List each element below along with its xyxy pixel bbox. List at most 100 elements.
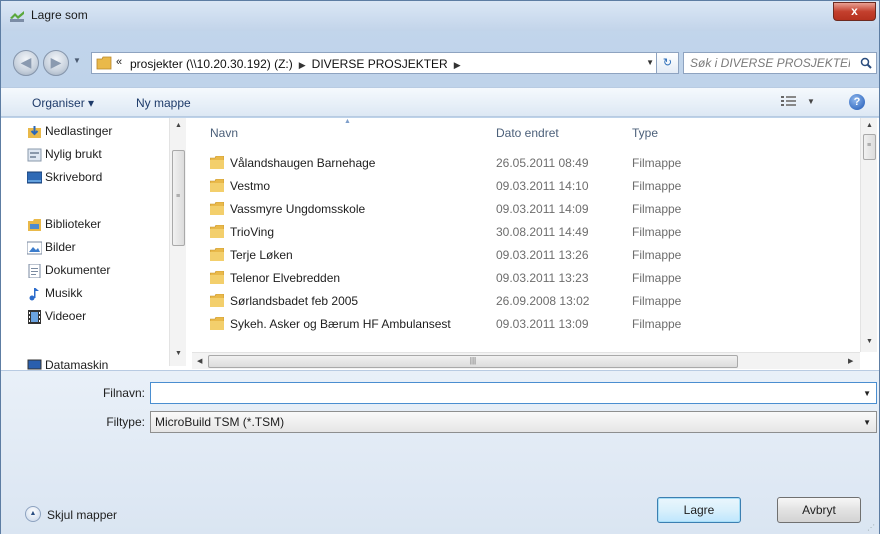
filetype-value: MicroBuild TSM (*.TSM) <box>155 415 285 429</box>
sidebar-item-documents[interactable]: Dokumenter <box>28 263 185 281</box>
scroll-down-icon[interactable]: ▼ <box>866 338 873 345</box>
desktop-icon <box>27 171 42 184</box>
app-icon <box>10 11 24 22</box>
resize-grip-icon[interactable]: ⋰ <box>867 523 875 532</box>
row-date: 09.03.2011 13:23 <box>496 271 589 285</box>
table-row[interactable]: Vassmyre Ungdomsskole 09.03.2011 14:09 Fil… <box>192 198 852 221</box>
computer-icon <box>27 359 42 370</box>
sidebar-item-music[interactable]: Musikk <box>29 286 185 304</box>
scrollbar-thumb[interactable]: ≡ <box>863 134 876 160</box>
sidebar-item-label: Nylig brukt <box>45 147 102 161</box>
filename-combobox[interactable]: ▼ <box>150 382 877 404</box>
sidebar-item-libraries[interactable]: Biblioteker <box>28 217 185 235</box>
search-icon[interactable] <box>860 57 872 69</box>
organize-button[interactable]: Organiser ▾ <box>32 96 94 110</box>
scroll-up-icon[interactable]: ▲ <box>866 122 873 129</box>
row-type: Filmappe <box>632 248 682 262</box>
row-date: 26.09.2008 13:02 <box>496 294 590 308</box>
sidebar-item-computer[interactable]: Datamaskin <box>27 358 185 370</box>
row-type: Filmappe <box>632 225 682 239</box>
row-name: Vassmyre Ungdomsskole <box>230 202 366 216</box>
scrollbar-thumb[interactable]: ||| <box>208 355 738 368</box>
filetype-dropdown-icon[interactable]: ▼ <box>863 418 871 427</box>
change-view-button[interactable]: ▼ <box>781 95 815 111</box>
table-row[interactable]: Vålandshaugen Barnehage 26.05.2011 08:49 F… <box>192 152 852 175</box>
documents-icon <box>28 264 41 278</box>
folder-icon <box>210 294 224 307</box>
filename-input[interactable] <box>155 386 845 400</box>
filetype-select[interactable]: MicroBuild TSM (*.TSM) ▼ <box>150 411 877 433</box>
sidebar-item-pictures[interactable]: Bilder <box>27 240 185 258</box>
address-dropdown-icon[interactable]: ▼ <box>646 58 654 67</box>
close-button[interactable]: x <box>833 2 876 21</box>
recent-pages-dropdown[interactable]: ▼ <box>73 56 85 70</box>
scroll-right-icon[interactable]: ▶ <box>848 357 853 365</box>
filename-label: Filnavn: <box>102 386 145 400</box>
downloads-icon <box>28 126 41 138</box>
scroll-up-icon[interactable]: ▲ <box>175 122 182 129</box>
file-list-horizontal-scrollbar[interactable]: ◀ ||| ▶ <box>192 352 860 369</box>
filename-dropdown-icon[interactable]: ▼ <box>863 389 871 398</box>
table-row[interactable]: TrioVing 30.08.2011 14:49 Filmappe <box>192 221 852 244</box>
search-box[interactable] <box>683 52 877 74</box>
row-name: Vålandshaugen Barnehage <box>230 156 376 170</box>
navigation-pane-scrollbar[interactable]: ▲ ≡ ▼ <box>169 118 186 366</box>
refresh-button[interactable]: ↻ <box>657 52 679 74</box>
breadcrumb-separator-icon[interactable]: ▶ <box>299 60 306 70</box>
sidebar-item-downloads[interactable]: Nedlastinger <box>28 124 185 142</box>
row-date: 09.03.2011 14:09 <box>496 202 589 216</box>
scrollbar-thumb[interactable]: ≡ <box>172 150 185 246</box>
scroll-down-icon[interactable]: ▼ <box>175 350 182 357</box>
column-header-date[interactable]: Dato endret <box>496 126 559 140</box>
new-folder-button[interactable]: Ny mappe <box>136 96 191 110</box>
sidebar-item-label: Dokumenter <box>45 263 111 277</box>
browser-area: Nedlastinger Nylig brukt Skrivebord Bibl… <box>1 118 879 370</box>
title-bar[interactable]: Lagre som x <box>1 1 879 31</box>
row-date: 30.08.2011 14:49 <box>496 225 589 239</box>
folder-icon <box>210 225 224 238</box>
file-list-vertical-scrollbar[interactable]: ▲ ≡ ▼ <box>860 118 877 352</box>
save-button[interactable]: Lagre <box>657 497 741 523</box>
row-date: 09.03.2011 13:26 <box>496 248 589 262</box>
sidebar-item-label: Videoer <box>45 309 87 323</box>
grip-icon: ||| <box>469 356 477 365</box>
row-date: 09.03.2011 14:10 <box>496 179 589 193</box>
sidebar-item-label: Bilder <box>45 240 76 254</box>
row-type: Filmappe <box>632 271 682 285</box>
grip-icon: ≡ <box>867 142 872 149</box>
sidebar-item-desktop[interactable]: Skrivebord <box>27 170 185 188</box>
breadcrumb-separator-icon[interactable]: ▶ <box>454 60 461 70</box>
table-row[interactable]: Vestmo 09.03.2011 14:10 Filmappe <box>192 175 852 198</box>
sidebar-item-label: Datamaskin <box>45 358 109 370</box>
breadcrumb-item-folder[interactable]: DIVERSE PROSJEKTER <box>312 57 448 71</box>
folder-icon <box>96 56 112 70</box>
sidebar-item-recent[interactable]: Nylig brukt <box>27 147 185 165</box>
row-type: Filmappe <box>632 179 682 193</box>
address-bar[interactable]: « prosjekter (\\10.20.30.192) (Z:) ▶ DIVER… <box>91 52 657 74</box>
sidebar-item-videos[interactable]: Videoer <box>28 309 185 327</box>
navigation-pane: Nedlastinger Nylig brukt Skrivebord Bibl… <box>1 118 191 370</box>
row-name: Telenor Elvebredden <box>230 271 341 285</box>
scroll-left-icon[interactable]: ◀ <box>197 357 202 365</box>
back-button[interactable]: ◀ <box>13 50 39 76</box>
sidebar-item-label: Nedlastinger <box>45 124 113 138</box>
file-list: ▲ Navn Dato endret Type Vålandshaugen Ba… <box>192 118 878 370</box>
view-dropdown-icon[interactable]: ▼ <box>807 97 815 106</box>
breadcrumb-item-drive[interactable]: prosjekter (\\10.20.30.192) (Z:) <box>130 57 293 71</box>
command-bar: Organiser ▾ Ny mappe ▼ ? <box>1 87 879 117</box>
help-icon[interactable]: ? <box>849 94 865 110</box>
recent-places-icon <box>27 148 42 162</box>
cancel-button[interactable]: Avbryt <box>777 497 861 523</box>
table-row[interactable]: Sørlandsbadet feb 2005 26.09.2008 13:02 Fi… <box>192 290 852 313</box>
table-row[interactable]: Telenor Elvebredden 09.03.2011 13:23 Filma… <box>192 267 852 290</box>
row-name: Terje Løken <box>230 248 293 262</box>
table-row[interactable]: Sykeh. Asker og Bærum HF Ambulansest 09.0… <box>192 313 852 336</box>
folder-icon <box>210 248 224 261</box>
column-header-name[interactable]: Navn <box>210 126 238 140</box>
column-header-type[interactable]: Type <box>632 126 658 140</box>
table-row[interactable]: Terje Løken 09.03.2011 13:26 Filmappe <box>192 244 852 267</box>
forward-button[interactable]: ▶ <box>43 50 69 76</box>
sort-indicator-icon: ▲ <box>344 118 351 125</box>
address-overflow[interactable]: « <box>116 56 122 68</box>
search-input[interactable] <box>690 56 850 70</box>
